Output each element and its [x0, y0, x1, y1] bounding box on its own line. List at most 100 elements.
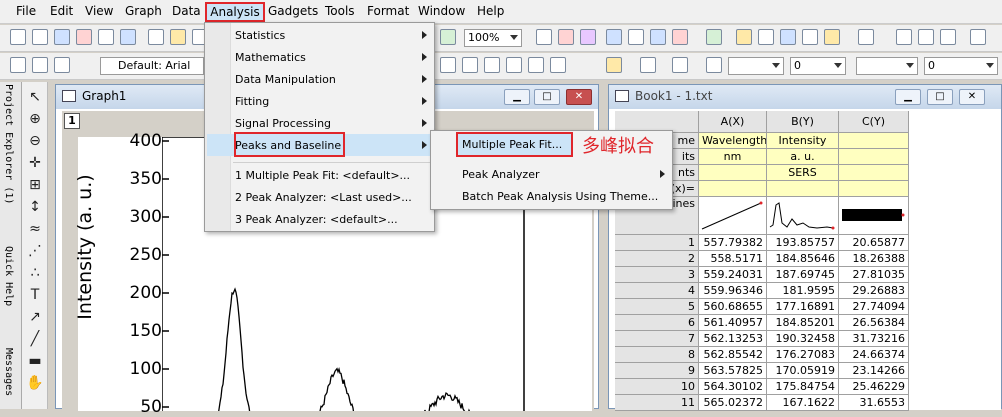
new-layout-icon[interactable]: [120, 29, 136, 45]
units-a[interactable]: nm: [699, 149, 767, 165]
dependency-icon[interactable]: [706, 29, 722, 45]
menu-tools[interactable]: Tools: [325, 4, 355, 18]
sort-icon[interactable]: [918, 29, 934, 45]
command-window-icon[interactable]: [650, 29, 666, 45]
subscript-icon[interactable]: [528, 57, 544, 73]
sparkline-b[interactable]: [767, 197, 839, 235]
arrow-tool-icon[interactable]: ↗: [26, 308, 44, 326]
row-number[interactable]: 9: [615, 363, 699, 379]
menu-item-batch-peak-analysis[interactable]: Batch Peak Analysis Using Theme...: [462, 190, 658, 203]
table-cell[interactable]: 557.79382: [699, 235, 767, 251]
underline-icon[interactable]: [484, 57, 500, 73]
formula-a[interactable]: [699, 181, 767, 197]
quick-help-tab[interactable]: Quick Help: [3, 246, 14, 306]
menu-file[interactable]: File: [16, 4, 36, 18]
menu-item-multiple-peak-fit[interactable]: Multiple Peak Fit...: [462, 138, 562, 151]
menu-item-mathematics[interactable]: Mathematics: [235, 51, 306, 64]
table-cell[interactable]: 181.9595: [767, 283, 839, 299]
menu-edit[interactable]: Edit: [50, 4, 73, 18]
table-cell[interactable]: 193.85757: [767, 235, 839, 251]
column-header-a[interactable]: A(X): [699, 111, 767, 133]
table-cell[interactable]: 18.26388: [839, 251, 909, 267]
menu-format[interactable]: Format: [367, 4, 409, 18]
maximize-button[interactable]: □: [927, 89, 953, 105]
new-workbook-icon[interactable]: [32, 29, 48, 45]
table-cell[interactable]: 23.14266: [839, 363, 909, 379]
open-icon[interactable]: [170, 29, 186, 45]
row-number[interactable]: 1: [615, 235, 699, 251]
rectangle-tool-icon[interactable]: ▬: [26, 352, 44, 370]
table-cell[interactable]: 562.13253: [699, 331, 767, 347]
table-cell[interactable]: 175.84754: [767, 379, 839, 395]
new-notes-icon[interactable]: [148, 29, 164, 45]
long-name-c[interactable]: [839, 133, 909, 149]
menu-view[interactable]: View: [85, 4, 113, 18]
fill-color-icon[interactable]: [606, 57, 622, 73]
row-number[interactable]: 7: [615, 331, 699, 347]
table-cell[interactable]: 29.26883: [839, 283, 909, 299]
row-number[interactable]: 5: [615, 299, 699, 315]
copy-page-icon[interactable]: [580, 29, 596, 45]
settings-icon[interactable]: [824, 29, 840, 45]
results-log-icon[interactable]: [628, 29, 644, 45]
table-cell[interactable]: 26.56384: [839, 315, 909, 331]
text-tool-icon[interactable]: T: [26, 286, 44, 304]
rescale-icon[interactable]: [440, 29, 456, 45]
menu-help[interactable]: Help: [477, 4, 504, 18]
maximize-button[interactable]: □: [534, 89, 560, 105]
column-header-c[interactable]: C(Y): [839, 111, 909, 133]
greek-icon[interactable]: [550, 57, 566, 73]
table-cell[interactable]: 563.57825: [699, 363, 767, 379]
sum-icon[interactable]: [896, 29, 912, 45]
find-icon[interactable]: [736, 29, 752, 45]
units-b[interactable]: a. u.: [767, 149, 839, 165]
close-button[interactable]: ✕: [959, 89, 985, 105]
cut-icon[interactable]: [10, 57, 26, 73]
line-width-select[interactable]: 0: [790, 57, 846, 75]
messages-tab[interactable]: Messages: [3, 348, 14, 396]
pointer-icon[interactable]: ↖: [26, 88, 44, 106]
sparkline-c[interactable]: [839, 197, 909, 235]
menu-item-fitting[interactable]: Fitting: [235, 95, 269, 108]
new-matrix-icon[interactable]: [54, 29, 70, 45]
fill-size-select[interactable]: 0: [924, 57, 998, 75]
table-cell[interactable]: 27.81035: [839, 267, 909, 283]
menu-data[interactable]: Data: [172, 4, 201, 18]
project-explorer-icon[interactable]: [606, 29, 622, 45]
table-cell[interactable]: 170.05919: [767, 363, 839, 379]
menu-item-recent-2[interactable]: 2 Peak Analyzer: <Last used>...: [235, 191, 412, 204]
mask-icon[interactable]: ⋰: [26, 242, 44, 260]
menu-item-peaks-and-baseline[interactable]: Peaks and Baseline: [235, 139, 341, 152]
row-number[interactable]: 2: [615, 251, 699, 267]
sparkline-a[interactable]: [699, 197, 767, 235]
table-cell[interactable]: 564.30102: [699, 379, 767, 395]
column-header-b[interactable]: B(Y): [767, 111, 839, 133]
hand-icon[interactable]: ✋: [26, 374, 44, 392]
close-button[interactable]: ✕: [566, 89, 592, 105]
data-selector-icon[interactable]: ↕: [26, 198, 44, 216]
table-cell[interactable]: 560.68655: [699, 299, 767, 315]
comments-a[interactable]: [699, 165, 767, 181]
table-cell[interactable]: 24.66374: [839, 347, 909, 363]
zoom-select[interactable]: 100%: [464, 29, 522, 47]
copy-icon[interactable]: [32, 57, 48, 73]
row-number[interactable]: 6: [615, 315, 699, 331]
data-reader-icon[interactable]: ⊞: [26, 176, 44, 194]
comments-c[interactable]: [839, 165, 909, 181]
screen-reader-icon[interactable]: ✛: [26, 154, 44, 172]
draw-data-icon[interactable]: ≈: [26, 220, 44, 238]
menu-analysis[interactable]: Analysis: [205, 2, 265, 22]
menu-item-recent-3[interactable]: 3 Peak Analyzer: <default>...: [235, 213, 398, 226]
layer-indicator[interactable]: 1: [64, 113, 80, 129]
set-values-icon[interactable]: [970, 29, 986, 45]
table-cell[interactable]: 187.69745: [767, 267, 839, 283]
new-window-icon[interactable]: [758, 29, 774, 45]
units-c[interactable]: [839, 149, 909, 165]
formula-b[interactable]: [767, 181, 839, 197]
row-number[interactable]: 8: [615, 347, 699, 363]
project-explorer-tab[interactable]: Project Explorer (1): [3, 84, 14, 204]
export-icon[interactable]: [558, 29, 574, 45]
table-cell[interactable]: 562.85542: [699, 347, 767, 363]
line-style-select[interactable]: [728, 57, 784, 75]
table-cell[interactable]: 558.5171: [699, 251, 767, 267]
